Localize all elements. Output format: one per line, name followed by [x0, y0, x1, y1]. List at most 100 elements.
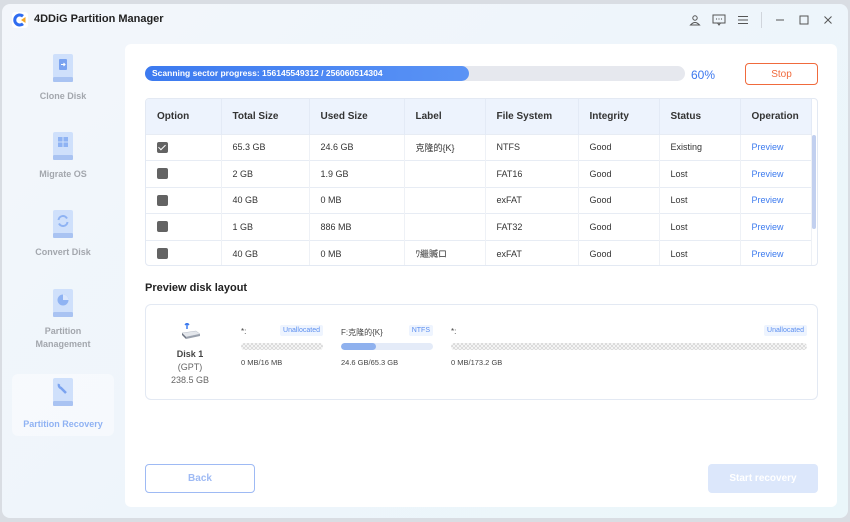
table-row[interactable]: 65.3 GB 24.6 GB 克隆的{K} NTFS Good Existing Prev…	[146, 134, 812, 161]
integrity-cell: Good	[578, 134, 660, 161]
row-checkbox[interactable]	[157, 248, 168, 260]
convert-disk-icon	[53, 210, 73, 238]
preview-link[interactable]: Preview	[752, 222, 784, 232]
operation-cell: Preview	[740, 160, 812, 187]
partition-type-tag: NTFS	[408, 325, 433, 336]
maximize-icon[interactable]	[792, 10, 816, 30]
total-size-cell: 40 GB	[221, 240, 310, 265]
file-system-cell: FAT32	[485, 213, 579, 240]
sidebar-item-migrate-os[interactable]: Migrate OS	[12, 132, 114, 202]
integrity-cell: Good	[578, 240, 660, 265]
minimize-icon[interactable]	[768, 10, 792, 30]
label-cell	[404, 187, 486, 214]
partition-size: 24.6 GB/65.3 GB	[341, 358, 399, 367]
disk-type: (GPT)	[177, 362, 203, 372]
partition-management-icon	[53, 289, 73, 317]
header-file-system[interactable]: File System	[485, 99, 579, 134]
disk-layout-title: Preview disk layout	[145, 282, 248, 294]
preview-link[interactable]: Preview	[752, 142, 784, 152]
partition-recovery-icon	[53, 378, 73, 406]
sidebar-item-label: Convert Disk	[35, 247, 91, 257]
total-size-cell: 65.3 GB	[221, 134, 310, 161]
label-cell	[404, 213, 486, 240]
header-total-size[interactable]: Total Size	[221, 99, 310, 134]
label-cell	[404, 160, 486, 187]
sidebar-item-label: Partition Recovery	[23, 419, 103, 429]
table-row[interactable]: 40 GB 0 MB exFAT Good Lost Preview	[146, 187, 812, 214]
sidebar-item-label: Migrate OS	[39, 169, 87, 179]
header-label[interactable]: Label	[404, 99, 486, 134]
preview-link[interactable]: Preview	[752, 249, 784, 259]
header-status[interactable]: Status	[659, 99, 741, 134]
file-system-cell: NTFS	[485, 134, 579, 161]
status-cell: Lost	[659, 187, 741, 214]
partition-table: Option Total Size Used Size Label File S…	[145, 98, 818, 266]
integrity-cell: Good	[578, 213, 660, 240]
sidebar-item-clone-disk[interactable]: Clone Disk	[12, 54, 114, 124]
row-checkbox[interactable]	[157, 221, 168, 233]
title-bar: 4DDiG Partition Manager	[2, 4, 848, 40]
used-size-cell: 0 MB	[309, 240, 405, 265]
stop-button[interactable]: Stop	[745, 63, 818, 85]
label-cell: ﾜ繼贓ロ	[404, 240, 486, 265]
feedback-icon[interactable]	[707, 10, 731, 30]
app-logo-icon	[12, 12, 28, 28]
status-cell: Lost	[659, 213, 741, 240]
status-cell: Existing	[659, 134, 741, 161]
app-window: 4DDiG Partition Manager Clone Disk Migra…	[2, 4, 848, 518]
total-size-cell: 2 GB	[221, 160, 310, 187]
table-header-row: Option Total Size Used Size Label File S…	[146, 99, 812, 134]
used-size-cell: 0 MB	[309, 187, 405, 214]
row-checkbox[interactable]	[157, 168, 168, 180]
table-row[interactable]: 2 GB 1.9 GB FAT16 Good Lost Preview	[146, 160, 812, 187]
migrate-os-icon	[53, 132, 73, 160]
file-system-cell: exFAT	[485, 187, 579, 214]
partition-usage-bar	[341, 343, 433, 350]
back-button[interactable]: Back	[145, 464, 255, 493]
close-icon[interactable]	[816, 10, 840, 30]
row-checkbox[interactable]	[157, 141, 168, 153]
partition-name: *:	[241, 327, 247, 336]
app-title: 4DDiG Partition Manager	[34, 13, 164, 25]
row-checkbox[interactable]	[157, 194, 168, 206]
partition-size: 0 MB/173.2 GB	[451, 358, 503, 367]
partition-type-tag: Unallocated	[280, 325, 323, 336]
disk-icon	[181, 321, 201, 339]
operation-cell: Preview	[740, 213, 812, 240]
file-system-cell: FAT16	[485, 160, 579, 187]
header-integrity[interactable]: Integrity	[578, 99, 660, 134]
sidebar-item-partition-recovery[interactable]: Partition Recovery	[12, 374, 114, 436]
integrity-cell: Good	[578, 160, 660, 187]
header-option: Option	[146, 99, 222, 134]
operation-cell: Preview	[740, 187, 812, 214]
table-scrollbar[interactable]	[812, 135, 816, 229]
partition-name: F:克隆的{K}	[341, 328, 383, 337]
header-operation: Operation	[740, 99, 812, 134]
partition-name: *:	[451, 327, 457, 336]
sidebar-item-partition-management[interactable]: Partition Management	[12, 289, 114, 359]
total-size-cell: 1 GB	[221, 213, 310, 240]
scan-progress-percent: 60%	[691, 68, 716, 82]
scan-progress-text: Scanning sector progress: 156145549312 /…	[152, 68, 383, 78]
user-icon[interactable]	[683, 10, 707, 30]
scan-progress-bar: Scanning sector progress: 156145549312 /…	[145, 66, 685, 81]
start-recovery-button[interactable]: Start recovery	[708, 464, 818, 493]
disk-layout-panel: Disk 1 (GPT) 238.5 GB *: Unallocated 0 MB/…	[145, 304, 818, 400]
disk-size: 238.5 GB	[170, 375, 210, 385]
preview-link[interactable]: Preview	[752, 195, 784, 205]
partition-type-tag: Unallocated	[764, 325, 807, 336]
partition-size: 0 MB/16 MB	[241, 358, 283, 367]
header-used-size[interactable]: Used Size	[309, 99, 405, 134]
option-cell	[146, 134, 222, 161]
status-cell: Lost	[659, 240, 741, 265]
preview-link[interactable]: Preview	[752, 169, 784, 179]
table-row[interactable]: 1 GB 886 MB FAT32 Good Lost Preview	[146, 213, 812, 240]
main-panel: Scanning sector progress: 156145549312 /…	[125, 44, 837, 507]
table-row[interactable]: 40 GB 0 MB ﾜ繼贓ロ exFAT Good Lost Preview	[146, 240, 812, 265]
sidebar-item-convert-disk[interactable]: Convert Disk	[12, 210, 114, 280]
menu-icon[interactable]	[731, 10, 755, 30]
file-system-cell: exFAT	[485, 240, 579, 265]
option-cell	[146, 240, 222, 265]
option-cell	[146, 160, 222, 187]
option-cell	[146, 187, 222, 214]
